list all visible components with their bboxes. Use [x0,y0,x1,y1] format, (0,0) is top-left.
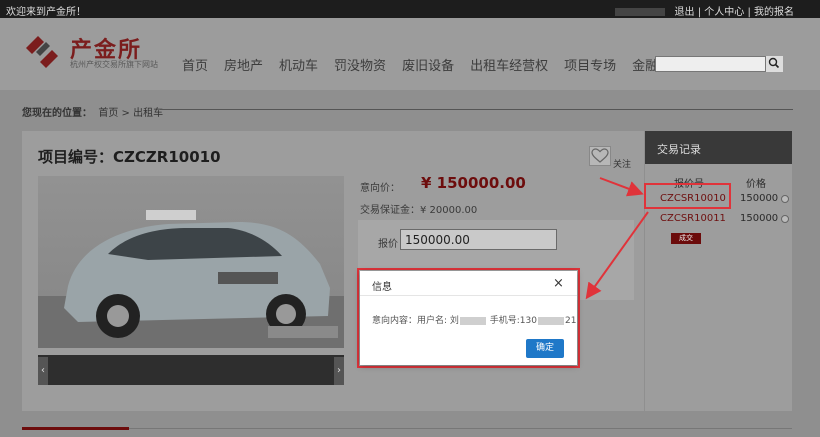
bottom-divider [129,428,792,429]
info-dialog: 信息 × 意向内容：用户名: 刘 手机号:130 21 确定 [360,271,577,365]
ok-button[interactable]: 确定 [526,339,564,358]
blurred-phone [537,316,564,325]
close-icon[interactable]: × [553,276,564,291]
annotation-arrows [585,177,649,300]
dialog-header: 信息 × [360,271,577,296]
blurred-name [459,316,486,325]
bottom-tab-active[interactable] [22,427,129,430]
dialog-msg-mid: 手机号:130 [486,316,537,326]
dialog-title: 信息 [372,282,392,293]
dialog-msg-prefix: 意向内容：用户名: 刘 [372,316,459,326]
dialog-msg-end: 21 [564,316,577,326]
dialog-message: 意向内容：用户名: 刘 手机号:130 21 [372,313,576,326]
